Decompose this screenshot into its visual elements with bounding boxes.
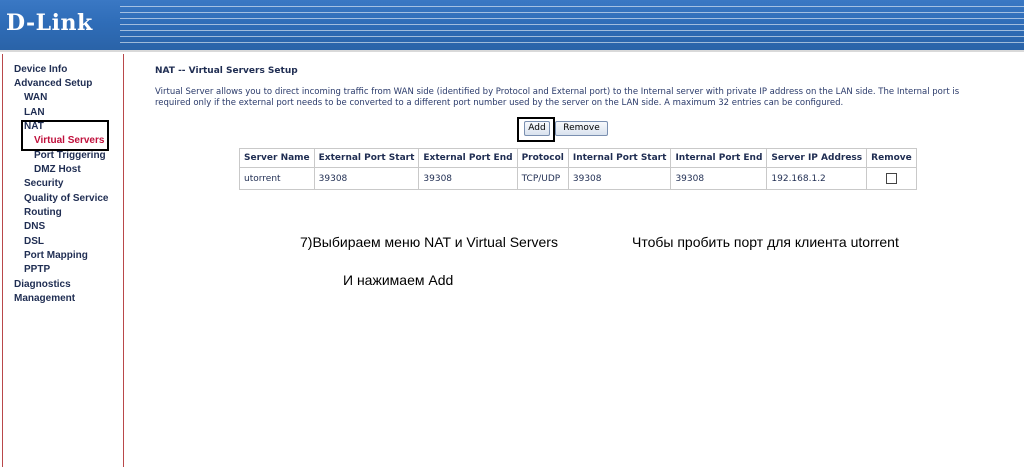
column-header: Internal Port End	[670, 148, 768, 168]
cell-external-port-start: 39308	[313, 167, 420, 190]
virtual-servers-table: Server Name External Port Start External…	[239, 148, 917, 190]
column-header: Remove	[866, 148, 917, 168]
table-row: utorrent 39308 39308 TCP/UDP 39308 39308…	[239, 167, 917, 190]
sidebar-item-diagnostics[interactable]: Diagnostics	[14, 279, 71, 291]
remove-button[interactable]: Remove	[555, 121, 608, 136]
sidebar-item-security[interactable]: Security	[24, 178, 63, 190]
annotation-step: 7)Выбираем меню NAT и Virtual Servers	[300, 234, 558, 250]
cell-server-name: utorrent	[239, 167, 315, 190]
sidebar-item-routing[interactable]: Routing	[24, 207, 62, 219]
sidebar-item-lan[interactable]: LAN	[24, 107, 45, 119]
sidebar-item-port-triggering[interactable]: Port Triggering	[34, 150, 106, 162]
nat-highlight-box	[21, 120, 109, 151]
cell-internal-port-start: 39308	[567, 167, 672, 190]
sidebar-item-wan[interactable]: WAN	[24, 92, 47, 104]
sidebar-item-dmz-host[interactable]: DMZ Host	[34, 164, 81, 176]
page-description: Virtual Server allows you to direct inco…	[155, 87, 960, 108]
sidebar-item-management[interactable]: Management	[14, 293, 75, 305]
table-header-row: Server Name External Port Start External…	[239, 148, 917, 168]
cell-server-ip: 192.168.1.2	[766, 167, 868, 190]
column-header: Protocol	[516, 148, 569, 168]
sidebar-item-dns[interactable]: DNS	[24, 221, 45, 233]
cell-external-port-end: 39308	[418, 167, 518, 190]
header-bar: D-Link	[0, 0, 1024, 50]
column-header: Internal Port Start	[567, 148, 672, 168]
sidebar-item-port-mapping[interactable]: Port Mapping	[24, 250, 88, 262]
column-header: Server Name	[239, 148, 315, 168]
dlink-logo: D-Link	[6, 10, 93, 36]
sidebar-item-advanced-setup[interactable]: Advanced Setup	[14, 78, 92, 90]
page-title: NAT -- Virtual Servers Setup	[155, 66, 298, 76]
annotation-action: И нажимаем Add	[343, 272, 454, 288]
header-divider	[0, 50, 1024, 52]
remove-checkbox[interactable]	[885, 173, 897, 184]
sidebar: Device Info Advanced Setup WAN LAN NAT V…	[2, 54, 124, 467]
sidebar-item-quality-of-service[interactable]: Quality of Service	[24, 193, 108, 205]
sidebar-item-dsl[interactable]: DSL	[24, 236, 44, 248]
column-header: Server IP Address	[766, 148, 868, 168]
annotation-purpose: Чтобы пробить порт для клиента utorrent	[632, 234, 899, 250]
cell-internal-port-end: 39308	[670, 167, 768, 190]
sidebar-item-device-info[interactable]: Device Info	[14, 64, 67, 76]
cell-remove	[866, 167, 917, 190]
cell-protocol: TCP/UDP	[516, 167, 569, 190]
column-header: External Port End	[418, 148, 518, 168]
sidebar-item-pptp[interactable]: PPTP	[24, 264, 50, 276]
column-header: External Port Start	[313, 148, 420, 168]
add-button[interactable]: Add	[524, 121, 550, 136]
